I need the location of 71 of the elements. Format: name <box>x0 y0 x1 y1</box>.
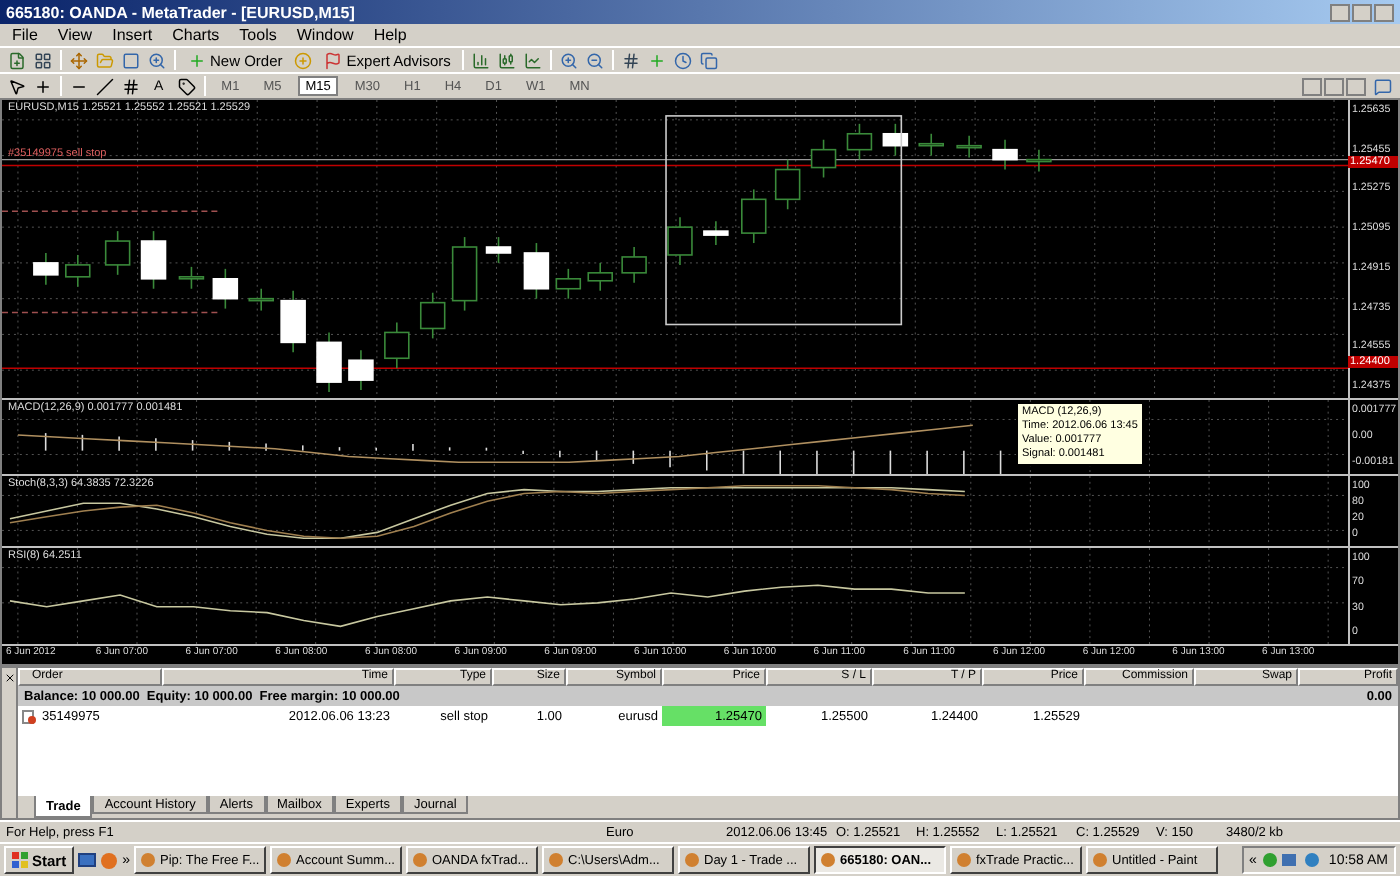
app-icon <box>140 852 156 868</box>
menu-item[interactable]: Help <box>373 26 407 44</box>
zoom-in-icon[interactable] <box>560 51 579 69</box>
candlestick <box>846 123 873 161</box>
window-title: 665180: OANDA - MetaTrader - [EURUSD,M15] <box>6 3 355 21</box>
candlestick <box>992 138 1018 171</box>
candlestick <box>882 123 909 157</box>
candlestick <box>485 236 512 264</box>
order-icon <box>22 709 36 723</box>
close-chart-button[interactable] <box>1346 77 1366 95</box>
flag-icon <box>324 51 343 69</box>
window-icon[interactable] <box>122 51 140 69</box>
trendline-icon[interactable] <box>96 77 114 95</box>
label-icon[interactable] <box>177 77 196 95</box>
menu-item[interactable]: File <box>12 26 38 44</box>
candlestick <box>956 134 982 159</box>
candlestick <box>178 266 205 290</box>
candlestick <box>555 268 582 300</box>
menu-item[interactable]: Charts <box>172 26 220 44</box>
candlestick <box>212 268 239 310</box>
maximize-button[interactable] <box>1352 3 1372 21</box>
line-chart-icon[interactable] <box>524 51 543 69</box>
candlestick <box>140 230 167 290</box>
candlestick <box>667 216 693 266</box>
cursor-icon[interactable] <box>8 77 26 95</box>
menu-item[interactable]: Tools <box>239 26 277 44</box>
candlestick <box>33 252 59 286</box>
desktop-icon[interactable] <box>78 851 97 869</box>
menu-item[interactable]: View <box>57 26 93 44</box>
candlestick <box>587 262 613 292</box>
crosshair-icon[interactable] <box>34 77 52 95</box>
minimize-chart-button[interactable] <box>1302 77 1322 95</box>
bar-chart-icon[interactable] <box>472 51 491 69</box>
candlestick <box>703 220 729 246</box>
candlestick <box>741 188 767 244</box>
candlestick-icon[interactable] <box>498 51 517 69</box>
restore-chart-button[interactable] <box>1324 77 1344 95</box>
windows-logo-icon <box>12 852 28 868</box>
app-icon <box>276 852 292 868</box>
candlestick <box>918 132 944 157</box>
app-icon <box>684 852 700 868</box>
close-icon[interactable] <box>3 672 15 684</box>
zoom-icon[interactable] <box>148 51 166 69</box>
close-button[interactable] <box>1374 3 1394 21</box>
candlestick <box>419 291 446 340</box>
candlestick <box>621 246 647 284</box>
candlestick <box>104 230 131 276</box>
grid-icon[interactable] <box>622 51 641 69</box>
candlestick <box>348 349 374 391</box>
tray-icons[interactable] <box>1262 852 1323 868</box>
plus-icon <box>188 51 206 69</box>
candlestick <box>65 254 91 288</box>
menu-item[interactable]: Window <box>296 26 354 44</box>
app-icon <box>412 852 428 868</box>
candlestick <box>774 158 801 211</box>
zoom-out-icon[interactable] <box>586 51 605 69</box>
message-icon[interactable] <box>1374 77 1392 95</box>
candlestick <box>316 331 342 393</box>
candlestick <box>1026 148 1052 173</box>
candlestick <box>523 242 550 300</box>
candlestick <box>280 289 306 354</box>
app-icon <box>548 852 564 868</box>
candlestick <box>384 321 410 369</box>
minimize-button[interactable] <box>1330 3 1350 21</box>
candlestick <box>810 138 837 179</box>
candlestick <box>451 236 478 312</box>
menu-item[interactable]: Insert <box>112 26 153 44</box>
app-icon <box>820 852 836 868</box>
candlestick <box>248 287 274 312</box>
app-icon <box>956 852 972 868</box>
app-icon <box>1092 852 1108 868</box>
